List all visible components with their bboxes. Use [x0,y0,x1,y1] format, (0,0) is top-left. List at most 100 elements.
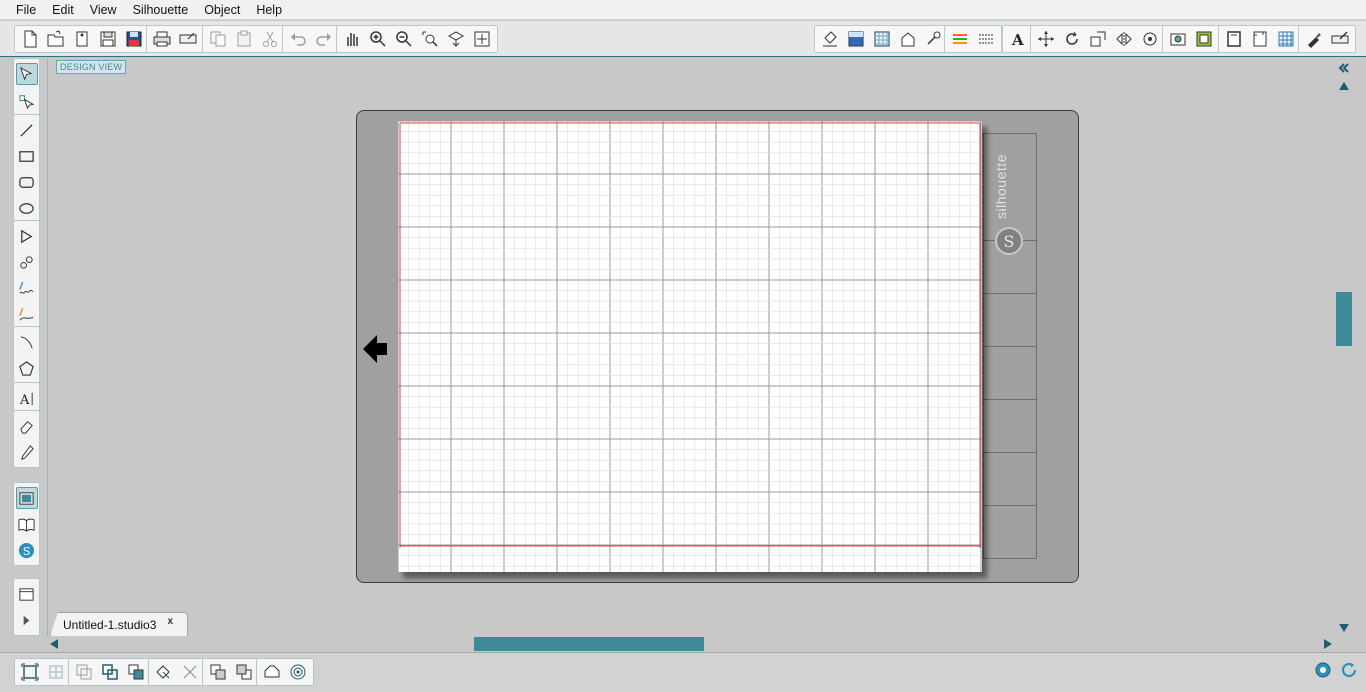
make-compound-path-button[interactable] [73,661,95,683]
line-tool-button[interactable] [16,119,38,141]
menu-object[interactable]: Object [196,0,248,20]
pattern-button[interactable] [871,28,893,50]
show-panel-button[interactable] [16,583,38,605]
eraser-tool-button[interactable] [16,415,38,437]
drag-zoom-button[interactable] [445,28,467,50]
horizontal-scroll-thumb[interactable] [474,637,704,651]
shadow-button[interactable] [897,28,919,50]
transform-button[interactable] [1035,28,1057,50]
rounded-rectangle-tool-button[interactable] [16,171,38,193]
offset-button-bottom[interactable] [287,661,309,683]
line-weight-button[interactable] [975,28,997,50]
line-color-button[interactable] [923,28,945,50]
replicate-button[interactable] [1139,28,1161,50]
pan-button[interactable] [341,28,363,50]
collapse-panel-button[interactable] [1336,60,1352,76]
rotate-button[interactable] [1061,28,1083,50]
expand-panel-button[interactable] [16,609,38,631]
smooth-freehand-tool-button[interactable] [16,303,38,325]
vertical-scroll-thumb[interactable] [1336,292,1352,346]
page-area[interactable] [398,121,982,572]
bring-to-front-button[interactable] [233,661,255,683]
print-button[interactable] [151,28,173,50]
polygon-tool-button[interactable] [16,225,38,247]
design-view-button[interactable] [15,487,38,509]
ellipse-tool-button[interactable] [16,197,38,219]
trace-button[interactable] [1167,28,1189,50]
menu-silhouette[interactable]: Silhouette [125,0,197,20]
scroll-down-button[interactable] [1336,620,1352,636]
settings-button[interactable] [1312,659,1334,681]
zoom-out-button[interactable] [393,28,415,50]
design-canvas[interactable]: DESIGN VIEW silhouette S [48,58,1336,636]
send-to-cutter-button[interactable] [1329,28,1351,50]
page-setup-button[interactable] [1223,28,1245,50]
scroll-left-button[interactable] [46,636,62,652]
grid-settings-button[interactable] [1275,28,1297,50]
open-button[interactable] [45,28,67,50]
bring-forward-button[interactable] [125,661,147,683]
bring-front-icon [236,664,252,680]
weld-button[interactable] [261,661,283,683]
scroll-right-button[interactable] [1320,636,1336,652]
duplicate-button[interactable] [153,661,175,683]
fill-color-button[interactable] [819,28,841,50]
edit-points-button[interactable] [16,89,38,111]
duplicate-icon [156,665,170,679]
save-as-button[interactable] [123,28,145,50]
group-button[interactable] [19,661,41,683]
arc-tool-button[interactable] [16,331,38,353]
rectangle-tool-button[interactable] [16,145,38,167]
group-tools-group [14,658,72,686]
panel-tools-group-1 [814,25,950,53]
library-button[interactable] [71,28,93,50]
release-compound-path-button[interactable] [99,661,121,683]
text-tool-button[interactable]: A [16,387,38,409]
registration-marks-button[interactable] [1249,28,1271,50]
menu-view[interactable]: View [82,0,125,20]
new-document-button[interactable] [19,28,41,50]
copy-button[interactable] [207,28,229,50]
fit-to-page-button[interactable] [471,28,493,50]
tab-close-icon[interactable]: x [167,616,173,627]
library-view-button[interactable] [16,513,38,535]
horizontal-scrollbar[interactable] [46,636,1336,652]
tab-untitled-1[interactable]: Untitled-1.studio3 x [50,612,188,636]
undo-button[interactable] [287,28,309,50]
menu-file[interactable]: File [8,0,44,20]
gradient-button[interactable] [845,28,867,50]
curve-tool-button[interactable] [16,251,38,273]
zoom-select-button[interactable] [419,28,441,50]
line-style-button[interactable] [949,28,971,50]
refresh-button[interactable] [1338,659,1360,681]
save-button[interactable] [97,28,119,50]
freehand-icon [19,281,34,294]
mirror-button[interactable] [1113,28,1135,50]
cut-button[interactable] [259,28,281,50]
compound-path-icon [76,664,92,680]
online-store-button[interactable]: S [16,539,38,561]
select-tool-button[interactable] [15,63,38,85]
send-to-silhouette-button[interactable] [177,28,199,50]
cut-settings-button[interactable] [1303,28,1325,50]
scroll-up-button[interactable] [1336,78,1352,94]
copy-icon [210,31,226,47]
ungroup-button[interactable] [45,661,67,683]
vertical-scrollbar[interactable] [1336,58,1352,636]
offset-button[interactable] [1193,28,1215,50]
menu-edit[interactable]: Edit [44,0,82,20]
offset-rings-icon [290,664,306,680]
scale-button[interactable] [1087,28,1109,50]
zoom-in-button[interactable] [367,28,389,50]
shape-tools-group [13,114,40,224]
paste-button[interactable] [233,28,255,50]
send-to-back-button[interactable] [207,661,229,683]
svg-text:S: S [23,544,31,558]
delete-button[interactable] [179,661,201,683]
regular-polygon-tool-button[interactable] [16,357,38,379]
redo-button[interactable] [313,28,335,50]
menu-help[interactable]: Help [248,0,290,20]
text-style-button[interactable]: A [1007,28,1029,50]
knife-tool-button[interactable] [16,441,38,463]
freehand-tool-button[interactable] [16,277,38,299]
